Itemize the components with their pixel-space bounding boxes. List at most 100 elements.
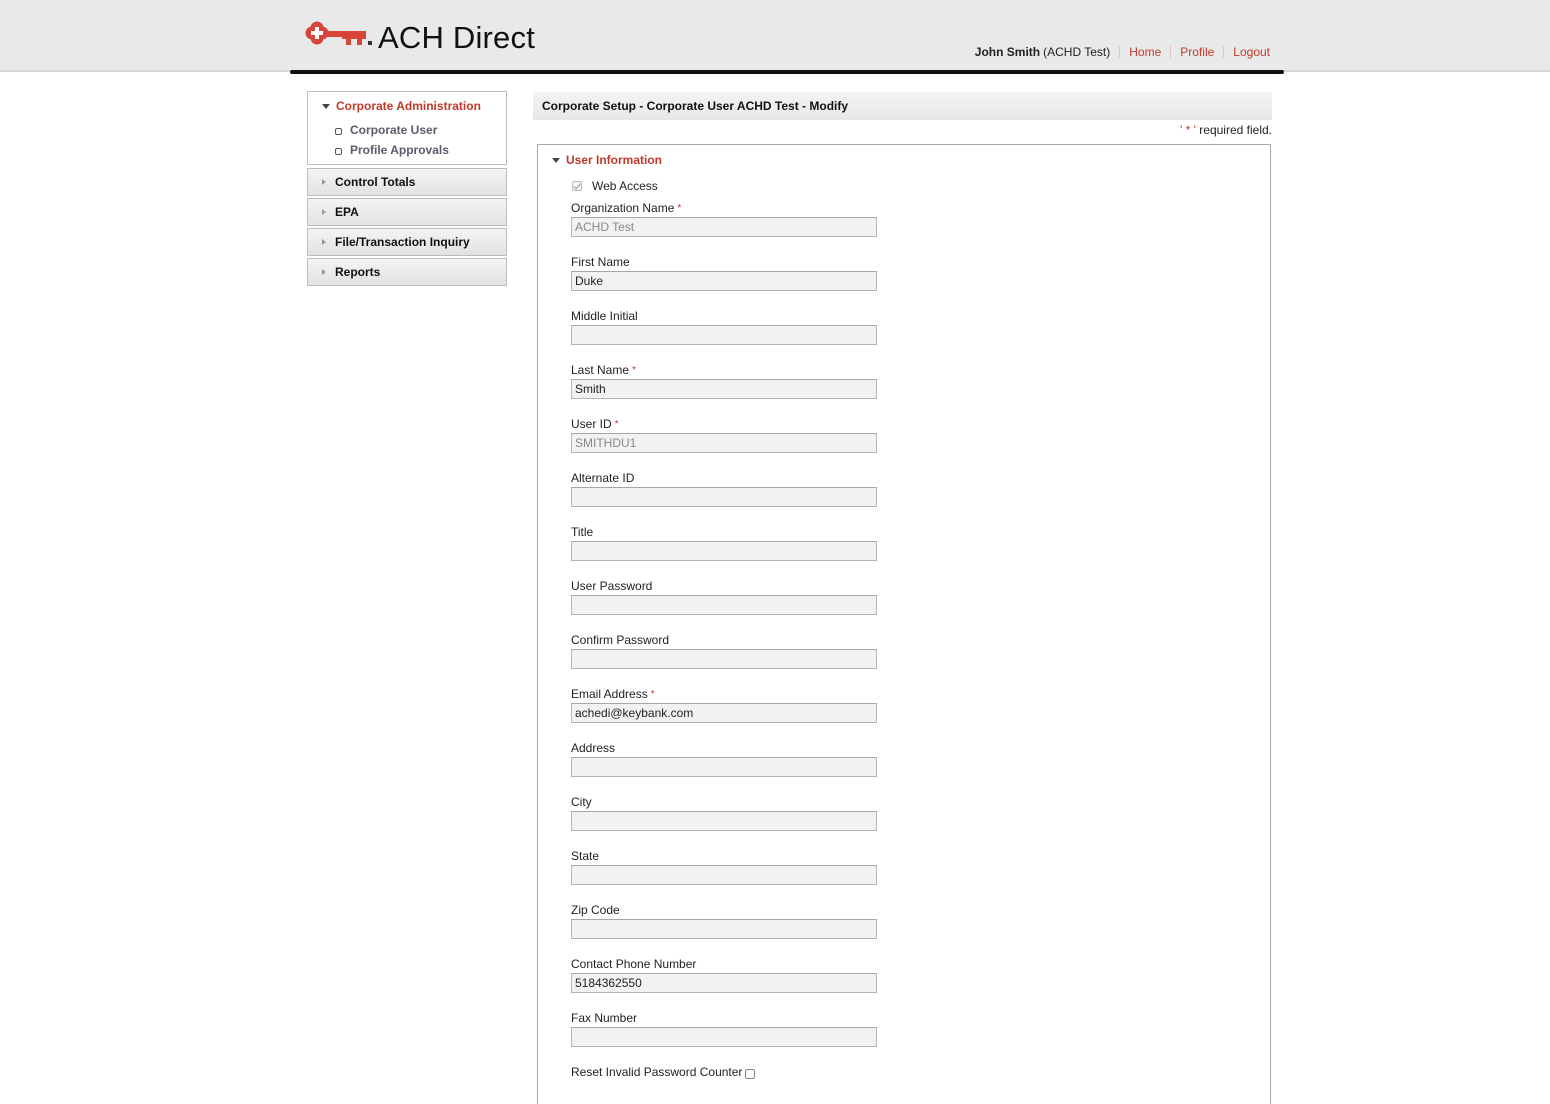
middle-initial-label: Middle Initial [571,308,891,325]
last-name-input[interactable] [571,379,877,399]
sidebar-item-label: Profile Approvals [350,143,449,157]
alternate-id-label: Alternate ID [571,470,891,487]
user-nav: John Smith (ACHD Test) Home Profile Logo… [975,45,1270,59]
field-label-text: First Name [571,255,630,269]
square-bullet-icon [335,147,342,155]
zip-code-input[interactable] [571,919,877,939]
title-label: Title [571,524,891,541]
field-label-text: Organization Name [571,201,675,215]
web-access-row: Web Access [571,178,891,194]
fax-number-input[interactable] [571,1027,877,1047]
user-form: Web Access Organization Name*First NameM… [571,178,891,1080]
user-name: John Smith [974,45,1041,59]
field-label-text: Fax Number [571,1011,638,1025]
user-information-panel: User Information Web Access Organization… [537,144,1271,1104]
field-state: State [571,848,891,902]
contact-phone-number-label: Contact Phone Number [571,956,891,973]
last-name-label: Last Name * [571,362,891,379]
key-icon [302,20,374,54]
web-access-checkbox[interactable] [572,181,582,191]
required-note-text: required field. [1195,123,1272,137]
home-link[interactable]: Home [1129,45,1161,59]
reset-password-counter-row: Reset Invalid Password Counter [571,1064,891,1080]
field-label-text: City [571,795,592,809]
triangle-right-icon [322,179,326,185]
title-input[interactable] [571,541,877,561]
logo[interactable]: ACH Direct [302,20,535,54]
page-title-bar: Corporate Setup - Corporate User ACHD Te… [533,92,1272,120]
header: ACH Direct John Smith (ACHD Test) Home P… [290,0,1284,74]
field-label-text: Confirm Password [571,633,670,647]
user-password-input[interactable] [571,595,877,615]
confirm-password-label: Confirm Password [571,632,891,649]
web-access-label: Web Access [592,179,658,193]
first-name-input[interactable] [571,271,877,291]
city-input[interactable] [571,811,877,831]
field-label-text: Email Address [571,687,648,701]
zip-code-label: Zip Code [571,902,891,919]
field-city: City [571,794,891,848]
field-fax-number: Fax Number [571,1010,891,1064]
state-input[interactable] [571,865,877,885]
organization-name-label: Organization Name * [571,200,891,217]
state-label: State [571,848,891,865]
reset-password-counter-checkbox[interactable] [745,1068,756,1079]
sidebar-section-label: File/Transaction Inquiry [335,235,470,249]
sidebar-section-label: EPA [335,205,359,219]
fields-list: Organization Name*First NameMiddle Initi… [571,200,891,1064]
field-last-name: Last Name * [571,362,891,416]
panel-header[interactable]: User Information [552,153,662,167]
profile-link[interactable]: Profile [1180,45,1214,59]
triangle-right-icon [322,239,326,245]
user-id-input[interactable] [571,433,877,453]
required-star: * [677,203,682,214]
field-organization-name: Organization Name * [571,200,891,254]
sidebar-section-header[interactable]: Corporate Administration [308,98,506,114]
sidebar-section-reports[interactable]: Reports [307,258,507,286]
field-label-text: State [571,849,600,863]
confirm-password-input[interactable] [571,649,877,669]
sidebar-item-profile-approvals[interactable]: Profile Approvals [308,140,506,160]
sidebar-section-epa[interactable]: EPA [307,198,507,226]
city-label: City [571,794,891,811]
contact-phone-number-input[interactable] [571,973,877,993]
field-label-text: Last Name [571,363,630,377]
user-id-label: User ID * [571,416,891,433]
alternate-id-input[interactable] [571,487,877,507]
required-field-note: ' * ' required field. [533,123,1272,139]
field-alternate-id: Alternate ID [571,470,891,524]
triangle-right-icon [322,209,326,215]
field-label-text: User Password [571,579,653,593]
field-contact-phone-number: Contact Phone Number [571,956,891,1010]
field-label-text: Middle Initial [571,309,638,323]
address-label: Address [571,740,891,757]
header-divider [290,70,1284,74]
field-label-text: Zip Code [571,903,620,917]
field-email-address: Email Address * [571,686,891,740]
first-name-label: First Name [571,254,891,271]
field-label-text: Alternate ID [571,471,635,485]
field-middle-initial: Middle Initial [571,308,891,362]
sidebar-section-corporate-administration: Corporate Administration Corporate User … [307,91,507,165]
fax-number-label: Fax Number [571,1010,891,1027]
email-address-input[interactable] [571,703,877,723]
reset-password-counter-label: Reset Invalid Password Counter [571,1065,743,1079]
address-input[interactable] [571,757,877,777]
required-star: * [632,365,636,376]
sidebar-section-file-transaction-inquiry[interactable]: File/Transaction Inquiry [307,228,507,256]
logout-link[interactable]: Logout [1233,45,1270,59]
sidebar-section-control-totals[interactable]: Control Totals [307,168,507,196]
field-label-text: Title [571,525,594,539]
field-confirm-password: Confirm Password [571,632,891,686]
triangle-down-icon [322,103,330,109]
nav-divider [1119,46,1121,58]
user-password-label: User Password [571,578,891,595]
app-title: ACH Direct [378,20,536,55]
required-star: * [614,419,619,430]
field-first-name: First Name [571,254,891,308]
triangle-down-icon [552,157,560,163]
organization-name-input[interactable] [571,217,877,237]
sidebar-item-corporate-user[interactable]: Corporate User [308,120,506,140]
field-label-text: User ID [571,417,612,431]
middle-initial-input[interactable] [571,325,877,345]
